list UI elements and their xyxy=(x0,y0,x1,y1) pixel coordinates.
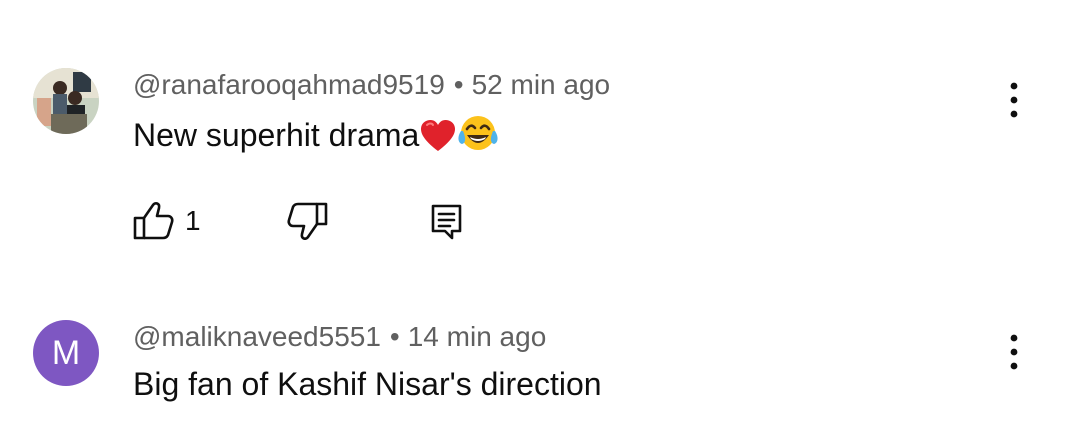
like-count: 1 xyxy=(185,205,201,236)
comment-author[interactable]: @ranafarooqahmad9519 xyxy=(133,69,445,100)
comment-reply-icon xyxy=(431,204,462,240)
more-vert-icon xyxy=(1010,334,1018,370)
comment-text: New superhit drama xyxy=(133,113,499,161)
more-vert-icon xyxy=(1010,82,1018,118)
dislike-button[interactable] xyxy=(286,195,334,245)
comment-author[interactable]: @maliknaveed5551 xyxy=(133,321,381,352)
comment-item: @ranafarooqahmad9519 • 52 min ago New supe… xyxy=(0,0,1080,280)
comment-meta: @maliknaveed5551 • 14 min ago xyxy=(133,321,546,353)
avatar-letter: M xyxy=(51,334,81,372)
comment-actions: 1 xyxy=(0,195,600,245)
thumb-up-icon xyxy=(133,202,174,240)
comment-text-content: Big fan of Kashif Nisar's direction xyxy=(133,366,602,402)
comment-item: M @maliknaveed5551 • 14 min ago Big fan of… xyxy=(0,280,1080,440)
avatar-photo xyxy=(33,68,99,134)
comment-time[interactable]: 52 min ago xyxy=(472,69,611,100)
more-options-button[interactable] xyxy=(1000,333,1028,373)
comment-text: Big fan of Kashif Nisar's direction xyxy=(133,366,602,403)
comment-text-content: New superhit drama xyxy=(133,117,420,153)
avatar[interactable]: M xyxy=(33,320,99,386)
more-options-button[interactable] xyxy=(1000,81,1028,121)
tears-of-joy-emoji-icon xyxy=(457,113,499,161)
meta-separator: • xyxy=(453,69,464,100)
thumb-down-icon xyxy=(287,202,328,240)
like-button[interactable]: 1 xyxy=(133,195,213,245)
reply-button[interactable] xyxy=(428,195,468,245)
meta-separator: • xyxy=(389,321,400,352)
avatar[interactable] xyxy=(33,68,99,134)
comment-time[interactable]: 14 min ago xyxy=(408,321,547,352)
comment-meta: @ranafarooqahmad9519 • 52 min ago xyxy=(133,69,610,101)
red-heart-emoji-icon xyxy=(420,119,456,161)
